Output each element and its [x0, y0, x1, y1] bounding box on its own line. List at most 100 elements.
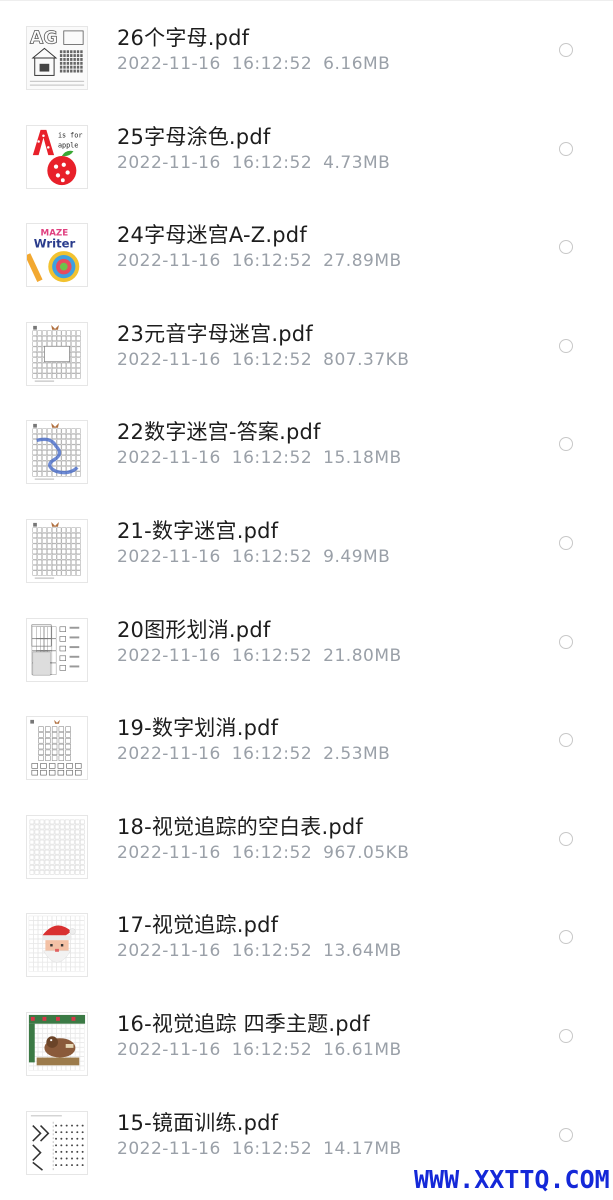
file-name: 26个字母.pdf	[117, 26, 250, 50]
file-date: 2022-11-16	[117, 744, 221, 765]
file-size: 14.17MB	[323, 1138, 402, 1159]
svg-text:■: ■	[33, 325, 38, 331]
select-radio[interactable]	[559, 141, 573, 156]
file-name: 15-镜面训练.pdf	[117, 1110, 279, 1135]
file-name: 24字母迷宫A-Z.pdf	[117, 223, 307, 248]
file-meta: 2022-11-16 16:12:52 16.61MB	[117, 1040, 402, 1060]
file-meta: 2022-11-16 16:12:52 15.18MB	[117, 448, 402, 468]
file-date: 2022-11-16	[117, 547, 221, 567]
file-date: 2022-11-16	[117, 941, 221, 962]
file-name: 23元音字母迷宫.pdf	[117, 321, 313, 346]
file-time: 16:12:52	[231, 349, 313, 370]
number-cancel-icon: ■	[26, 716, 88, 781]
number-maze-icon: ■	[26, 519, 88, 583]
select-radio[interactable]	[559, 831, 573, 846]
file-time: 16:12:52	[231, 448, 313, 469]
bird-pixel-icon	[26, 1012, 88, 1076]
select-radio[interactable]	[559, 43, 573, 57]
file-meta: 2022-11-16 16:12:52 967.05KB	[117, 843, 409, 863]
select-radio[interactable]	[559, 437, 573, 452]
file-size: 27.89MB	[323, 251, 402, 272]
file-size: 6.16MB	[323, 54, 391, 74]
letters-icon: AG	[26, 26, 88, 90]
select-radio[interactable]	[559, 733, 573, 748]
svg-text:apple: apple	[58, 141, 78, 149]
file-date: 2022-11-16	[117, 349, 221, 370]
file-time: 16:12:52	[231, 1040, 313, 1060]
select-radio[interactable]	[559, 338, 573, 353]
maze-answer-icon: ■	[26, 420, 88, 485]
watermark: WWW.XXTTQ.COM	[414, 1165, 610, 1194]
svg-text:is for: is for	[58, 131, 82, 139]
file-meta: 2022-11-16 16:12:52 2.53MB	[117, 744, 390, 764]
file-name: 20图形划消.pdf	[117, 617, 271, 642]
file-time: 16:12:52	[231, 941, 313, 962]
svg-text:Writer: Writer	[34, 236, 76, 250]
file-time: 16:12:52	[231, 842, 313, 863]
file-row[interactable]: 20图形划消.pdf 2022-11-16 16:12:52 21.80MB	[0, 606, 613, 704]
file-size: 4.73MB	[323, 152, 391, 173]
select-radio[interactable]	[559, 240, 573, 255]
shape-cancel-icon	[26, 617, 88, 682]
select-radio[interactable]	[559, 536, 573, 550]
file-time: 16:12:52	[231, 1138, 313, 1159]
file-name: 21-数字迷宫.pdf	[117, 519, 279, 543]
svg-text:AG: AG	[30, 28, 58, 48]
svg-text:■: ■	[33, 522, 38, 528]
file-row[interactable]: 18-视觉追踪的空白表.pdf 2022-11-16 16:12:52 967.05…	[0, 803, 613, 901]
file-name: 18-视觉追踪的空白表.pdf	[117, 814, 364, 839]
file-date: 2022-11-16	[117, 842, 221, 863]
select-radio[interactable]	[559, 634, 573, 649]
select-radio[interactable]	[559, 1127, 573, 1142]
file-time: 16:12:52	[231, 152, 313, 173]
file-meta: 2022-11-16 16:12:52 27.89MB	[117, 251, 402, 271]
file-name: 19-数字划消.pdf	[117, 716, 279, 741]
file-time: 16:12:52	[231, 744, 313, 765]
file-date: 2022-11-16	[117, 54, 221, 74]
select-radio[interactable]	[559, 1029, 573, 1043]
file-date: 2022-11-16	[117, 645, 221, 666]
file-time: 16:12:52	[231, 645, 313, 666]
file-name: 16-视觉追踪 四季主题.pdf	[117, 1012, 370, 1036]
file-name: 25字母涂色.pdf	[117, 124, 271, 149]
top-divider	[0, 0, 613, 1]
file-time: 16:12:52	[231, 54, 313, 74]
file-row[interactable]: ■ 23元音字母迷宫.pdf 2022-11-16 16:12:52 807.37K…	[0, 310, 613, 408]
maze-grid-icon: ■	[26, 321, 88, 386]
file-row[interactable]: 17-视觉追踪.pdf 2022-11-16 16:12:52 13.64MB	[0, 901, 613, 999]
file-row[interactable]: MAZE Writer 24字母迷宫A-Z.pdf 2022-11-16 16:1…	[0, 211, 613, 309]
maze-writer-icon: MAZE Writer	[26, 223, 88, 288]
file-meta: 2022-11-16 16:12:52 4.73MB	[117, 153, 390, 173]
file-name: 22数字迷宫-答案.pdf	[117, 420, 321, 445]
file-size: 807.37KB	[323, 349, 410, 370]
file-date: 2022-11-16	[117, 251, 221, 272]
file-row[interactable]: ■ 19-数字划消.pdf 2022-11-16 16:12:52 2.53MB	[0, 704, 613, 802]
file-size: 16.61MB	[323, 1040, 402, 1060]
file-size: 13.64MB	[323, 941, 402, 962]
file-row[interactable]: is for apple 25字母涂色.pdf 2022-11-16 16:12:…	[0, 113, 613, 211]
file-meta: 2022-11-16 16:12:52 13.64MB	[117, 941, 402, 961]
blank-grid-icon	[26, 814, 88, 879]
file-meta: 2022-11-16 16:12:52 6.16MB	[117, 54, 390, 74]
file-date: 2022-11-16	[117, 448, 221, 469]
file-row[interactable]: ■ 21-数字迷宫.pdf 2022-11-16 16:12:52 9.49MB	[0, 507, 613, 605]
svg-text:■: ■	[30, 719, 35, 725]
file-meta: 2022-11-16 16:12:52 9.49MB	[117, 547, 390, 567]
file-size: 15.18MB	[323, 448, 402, 469]
file-name: 17-视觉追踪.pdf	[117, 913, 279, 938]
file-size: 2.53MB	[323, 744, 391, 765]
file-meta: 2022-11-16 16:12:52 14.17MB	[117, 1139, 402, 1159]
santa-pixel-icon	[26, 913, 88, 978]
file-size: 9.49MB	[323, 547, 391, 567]
mirror-dots-icon	[26, 1110, 88, 1175]
file-meta: 2022-11-16 16:12:52 21.80MB	[117, 646, 402, 666]
select-radio[interactable]	[559, 930, 573, 945]
file-date: 2022-11-16	[117, 152, 221, 173]
file-row[interactable]: ■ 22数字迷宫-答案.pdf 2022-11-16 16:12:52 15.18M…	[0, 408, 613, 506]
file-date: 2022-11-16	[117, 1138, 221, 1159]
file-time: 16:12:52	[231, 251, 313, 272]
file-date: 2022-11-16	[117, 1040, 221, 1060]
file-row[interactable]: AG 26个字母.pdf 2022-11-16 16:12:52 6.16MB	[0, 14, 613, 112]
file-row[interactable]: 16-视觉追踪 四季主题.pdf 2022-11-16 16:12:52 16.61…	[0, 1000, 613, 1098]
file-time: 16:12:52	[231, 547, 313, 567]
